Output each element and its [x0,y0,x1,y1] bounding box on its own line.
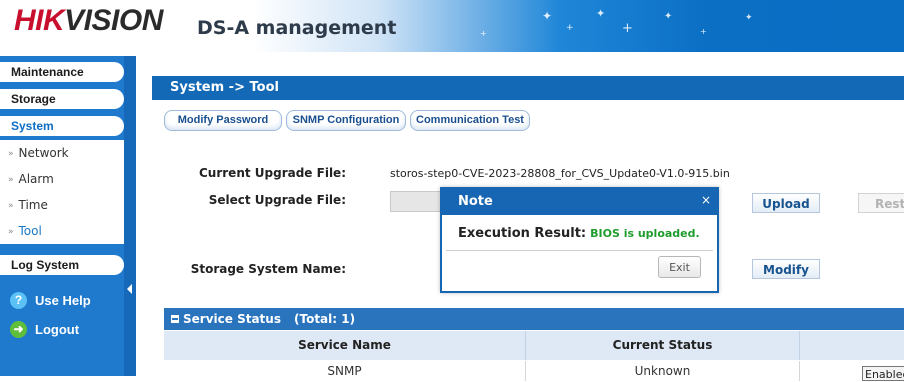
exit-button[interactable]: Exit [658,256,701,278]
sidebar-item-tool[interactable]: » Tool [0,218,124,244]
table-cell-current-status: Unknown [526,361,800,381]
sidebar-item-alarm[interactable]: » Alarm [0,166,124,192]
sparkle-decoration: ✦ [596,7,606,20]
sparkle-decoration: ✦ [745,13,753,23]
hikvision-logo: HIKVISION [14,4,163,37]
app-header: HIKVISION DS-A management ✦ + ✦ + ✦ + ✦ … [0,0,904,52]
sparkle-decoration: ✦ [664,11,673,22]
column-header-action [800,331,904,360]
sparkle-decoration: + [700,27,707,36]
sidebar-item-network[interactable]: » Network [0,140,124,166]
select-upgrade-file-label: Select Upgrade File: [208,193,346,207]
sidebar-collapse-handle[interactable] [124,56,136,376]
double-chevron-icon: » [8,201,14,211]
sparkle-decoration: + [622,21,633,36]
page-title: System -> Tool [152,76,904,100]
column-header-current-status: Current Status [526,331,800,360]
column-header-service-name: Service Name [164,331,526,360]
double-chevron-icon: » [8,227,14,237]
upload-button[interactable]: Upload [752,193,820,213]
service-status-total: (Total: 1) [294,312,356,326]
sidebar-category-maintenance[interactable]: Maintenance [0,62,124,82]
sidebar: Maintenance Storage System » Network » Ala… [0,56,136,376]
current-upgrade-file-value: storos-step0-CVE-2023-28808_for_CVS_Upda… [390,167,730,180]
double-chevron-icon: » [8,175,14,185]
double-chevron-icon: » [8,149,14,159]
sparkle-decoration: ✦ [542,9,553,23]
service-status-title: Service Status [183,312,281,326]
app-title: DS-A management [197,17,397,39]
modify-button[interactable]: Modify [752,259,820,279]
service-status-header[interactable]: Service Status (Total: 1) [164,308,904,330]
dialog-title: Note [458,194,493,209]
tab-communication-test[interactable]: Communication Test [410,110,530,131]
logout-arrow-icon: ➜ [10,321,27,338]
close-icon[interactable]: × [701,193,711,207]
sidebar-item-time[interactable]: » Time [0,192,124,218]
table-cell-service-name: SNMP [164,361,526,381]
dialog-divider [446,250,713,251]
storage-system-name-label: Storage System Name: [190,262,346,276]
help-icon: ? [10,292,27,309]
note-dialog: Note × Execution Result: BIOS is uploaded… [440,187,719,293]
sidebar-category-storage[interactable]: Storage [0,89,124,109]
tab-snmp-configuration[interactable]: SNMP Configuration [286,110,406,131]
sidebar-category-log-system[interactable]: Log System [0,255,124,275]
execution-result-value: BIOS is uploaded. [590,227,700,240]
current-upgrade-file-label: Current Upgrade File: [199,166,346,180]
sidebar-category-system[interactable]: System [0,116,124,136]
sparkle-decoration: + [566,23,574,33]
use-help-link[interactable]: ? Use Help [10,292,91,309]
restore-button[interactable]: Resto [858,193,904,213]
logout-link[interactable]: ➜ Logout [10,321,79,338]
collapse-arrow-icon [127,284,132,294]
execution-result-label: Execution Result: [458,226,587,241]
sparkle-decoration: + [480,29,487,38]
tab-modify-password[interactable]: Modify Password [164,110,282,131]
collapse-toggle-icon[interactable] [171,315,179,323]
execution-result: Execution Result: BIOS is uploaded. [458,226,700,241]
enabled-button[interactable]: Enabled [862,366,904,381]
